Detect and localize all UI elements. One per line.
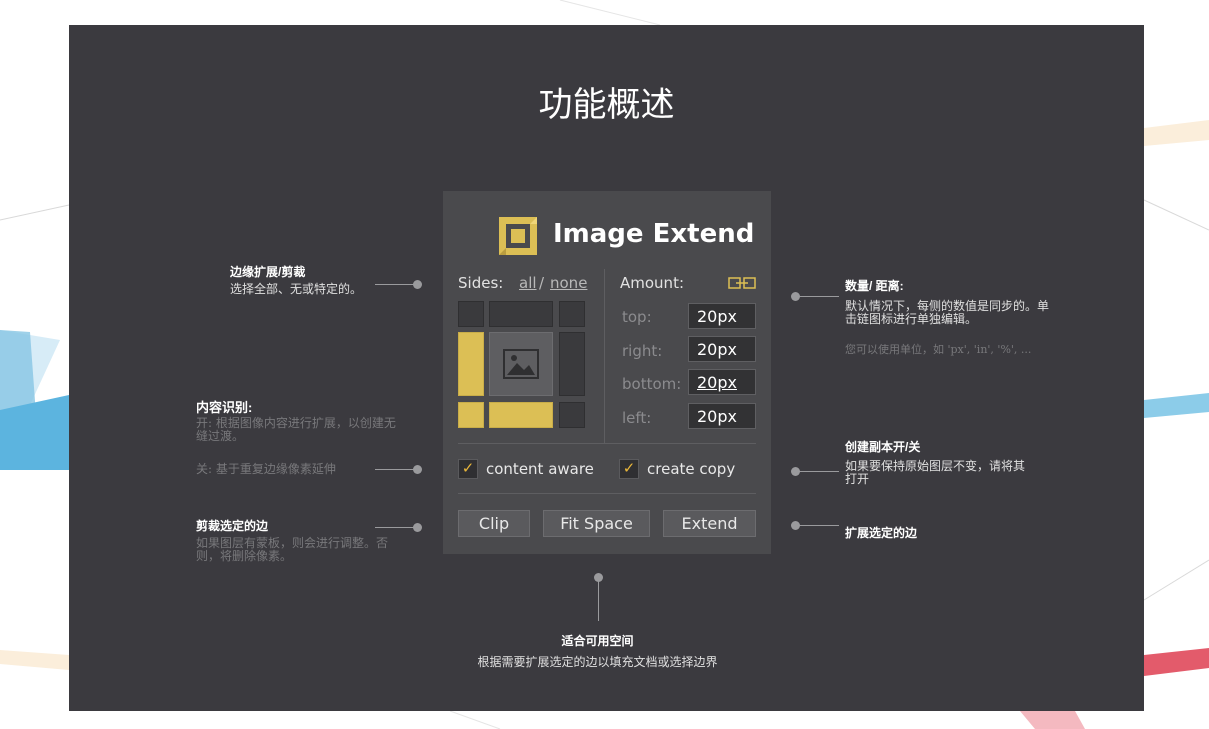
link-chain-icon[interactable] [728, 277, 756, 289]
amount-label: Amount: [620, 274, 684, 292]
create-copy-label: create copy [647, 460, 736, 478]
edge-connector-line [375, 284, 417, 285]
edge-annotation-title: 边缘扩展/剪裁 [230, 265, 306, 279]
edge-connector-dot [413, 280, 422, 289]
fit-connector-line [598, 581, 599, 621]
left-label: left: [622, 409, 652, 427]
side-cell-right[interactable] [559, 332, 585, 396]
sides-label: Sides: [458, 274, 504, 292]
extend-button[interactable]: Extend [663, 510, 756, 537]
sides-none-link[interactable]: none [550, 274, 587, 292]
content-aware-label: content aware [486, 460, 594, 478]
side-cell-left[interactable] [458, 332, 484, 396]
copy-connector-line [799, 471, 839, 472]
fit-annotation-title: 适合可用空间 [561, 634, 634, 648]
image-extend-logo-icon [499, 217, 537, 255]
image-icon [503, 349, 539, 379]
edge-annotation-desc: 选择全部、无或特定的。 [230, 282, 363, 296]
content-aware-on-desc: 开: 根据图像内容进行扩展，以创建无缝过渡。 [196, 416, 396, 443]
top-label: top: [622, 308, 652, 326]
copy-annotation-desc: 如果要保持原始图层不变，请将其打开 [845, 459, 1026, 486]
extend-connector-line [799, 525, 839, 526]
bottom-amount-field[interactable]: 20px [688, 369, 756, 395]
content-aware-annotation-title: 内容识别: [196, 400, 253, 415]
side-cell-top[interactable] [489, 301, 553, 327]
fit-space-button[interactable]: Fit Space [543, 510, 650, 537]
extend-annotation-title: 扩展选定的边 [845, 526, 918, 540]
amount-annotation-title: 数量/ 距离: [845, 279, 904, 293]
overview-stage: 功能概述 Image Extend Sides: all / none Amou… [69, 25, 1144, 711]
panel-title: Image Extend [553, 219, 755, 249]
right-label: right: [622, 342, 663, 360]
top-amount-field[interactable]: 20px [688, 303, 756, 329]
image-extend-panel: Image Extend Sides: all / none Amount: t… [443, 191, 771, 554]
divider-bottom [458, 493, 756, 494]
fit-annotation-desc: 根据需要扩展选定的边以填充文档或选择边界 [477, 655, 718, 669]
clip-connector-dot [413, 523, 422, 532]
page-title: 功能概述 [538, 85, 675, 125]
side-cell-bottom-right[interactable] [559, 402, 585, 428]
clip-annotation-desc: 如果图层有蒙板，则会进行调整。否则，将删除像素。 [196, 536, 389, 563]
create-copy-checkbox[interactable]: ✓ [619, 459, 639, 479]
copy-annotation-title: 创建副本开/关 [845, 440, 921, 454]
content-aware-connector-line [375, 469, 417, 470]
right-amount-field[interactable]: 20px [688, 336, 756, 362]
clip-connector-line [375, 527, 417, 528]
content-aware-off-desc: 关: 基于重复边缘像素延伸 [196, 462, 336, 476]
sides-separator: / [539, 274, 545, 292]
amount-annotation-desc: 默认情况下，每侧的数值是同步的。单击链图标进行单独编辑。 [845, 299, 1050, 326]
column-divider [604, 269, 605, 443]
side-cell-top-left[interactable] [458, 301, 484, 327]
panel-header: Image Extend [443, 215, 771, 255]
clip-annotation-title: 剪裁选定的边 [196, 519, 269, 533]
side-cell-bottom-left[interactable] [458, 402, 484, 428]
clip-button[interactable]: Clip [458, 510, 530, 537]
divider-top [458, 443, 756, 444]
bottom-label: bottom: [622, 375, 682, 393]
left-amount-field[interactable]: 20px [688, 403, 756, 429]
content-aware-checkbox[interactable]: ✓ [458, 459, 478, 479]
image-preview [489, 332, 553, 396]
amount-connector-line [799, 296, 839, 297]
side-cell-bottom[interactable] [489, 402, 553, 428]
amount-units-hint: 您可以使用单位，如 'px', 'in', '%', ... [845, 343, 1032, 356]
content-aware-connector-dot [413, 465, 422, 474]
side-cell-top-right[interactable] [559, 301, 585, 327]
sides-all-link[interactable]: all [519, 274, 537, 292]
